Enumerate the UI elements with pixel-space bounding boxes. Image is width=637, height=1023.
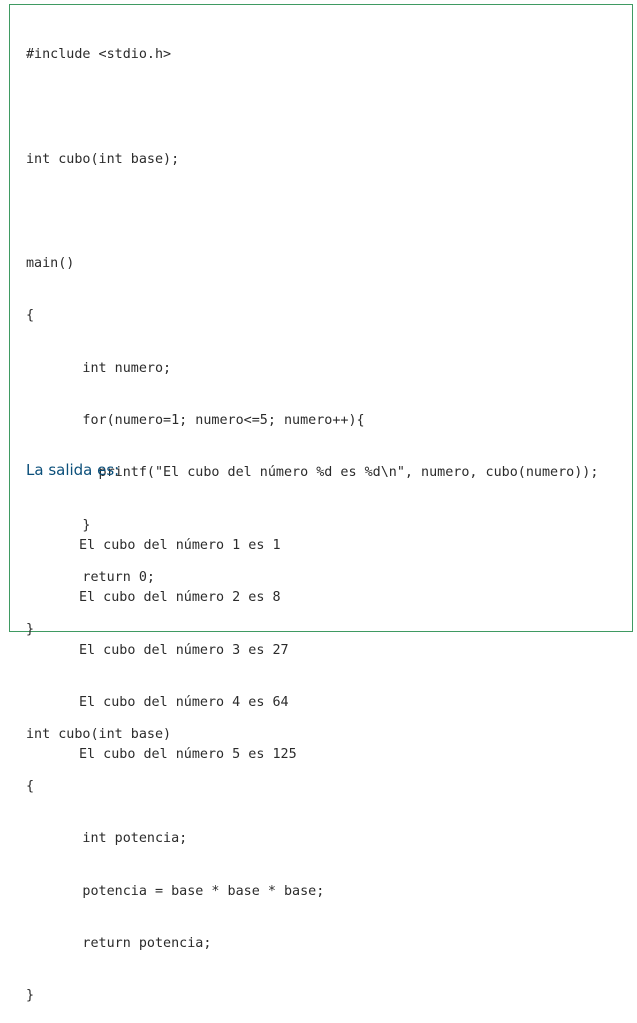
code-line: } [26,988,35,1004]
code-line: main() [26,256,75,272]
code-line: return potencia; [26,936,212,952]
code-line: { [26,308,35,324]
code-line: int numero; [26,360,172,376]
output-line: El cubo del número 1 es 1 [79,538,281,553]
output-line: El cubo del número 5 es 125 [79,747,297,763]
code-line: int potencia; [26,831,188,847]
code-line: #include <stdio.h> [26,47,172,62]
output-line: El cubo del número 3 es 27 [79,642,289,658]
output-line: El cubo del número 4 es 64 [79,694,289,710]
program-output: El cubo del número 1 es 1 El cubo del nú… [79,505,297,781]
code-line: potencia = base * base * base; [26,883,325,899]
code-line: for(numero=1; numero<=5; numero++){ [26,413,365,429]
output-line: El cubo del número 2 es 8 [79,590,281,606]
code-line: int cubo(int base); [26,151,180,167]
output-heading: La salida es: [26,461,120,479]
